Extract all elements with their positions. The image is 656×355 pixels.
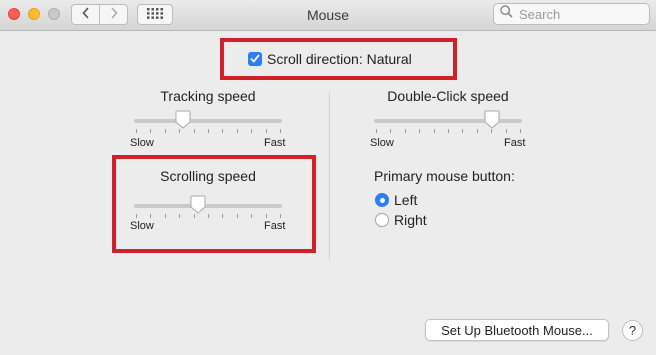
search-field[interactable] — [493, 3, 650, 25]
slider-tick — [419, 129, 420, 133]
double-click-speed-title: Double-Click speed — [387, 88, 509, 104]
setup-bluetooth-mouse-button[interactable]: Set Up Bluetooth Mouse... — [425, 319, 609, 341]
slider-tick — [179, 129, 180, 133]
title-bar: Mouse — [0, 0, 656, 31]
slider-tick — [150, 214, 151, 218]
search-input[interactable] — [517, 5, 641, 23]
slider-tick — [506, 129, 507, 133]
radio-left-row[interactable]: Left — [375, 192, 417, 208]
checkmark-icon — [250, 50, 260, 68]
slider-tick — [194, 129, 195, 133]
radio-right[interactable] — [375, 213, 389, 227]
scrolling-speed-max-label: Fast — [264, 220, 286, 232]
primary-button-title: Primary mouse button: — [374, 168, 515, 184]
search-icon — [500, 5, 513, 23]
slider-thumb[interactable] — [190, 195, 206, 214]
slider-tick — [222, 129, 223, 133]
slider-tick — [150, 129, 151, 133]
slider-tick — [448, 129, 449, 133]
radio-right-label: Right — [394, 212, 427, 228]
slider-tick — [237, 129, 238, 133]
slider-thumb[interactable] — [175, 110, 191, 129]
tracking-speed-max-label: Fast — [264, 137, 286, 149]
radio-left-label: Left — [394, 192, 418, 208]
double-click-speed-max-label: Fast — [504, 137, 526, 149]
slider-tick — [520, 129, 521, 133]
tracking-speed-title: Tracking speed — [160, 88, 256, 104]
scrolling-speed-min-label: Slow — [130, 220, 154, 232]
slider-thumb[interactable] — [484, 110, 500, 129]
scrolling-speed-title: Scrolling speed — [160, 168, 256, 184]
slider-tick — [179, 214, 180, 218]
slider-tick — [390, 129, 391, 133]
slider-tick — [462, 129, 463, 133]
slider-tick — [477, 129, 478, 133]
scroll-direction-checkbox[interactable] — [248, 52, 262, 66]
slider-tick — [280, 214, 281, 218]
slider-tick — [208, 214, 209, 218]
scrolling-speed-slider[interactable] — [134, 195, 282, 218]
slider-tick — [266, 129, 267, 133]
help-button[interactable]: ? — [622, 320, 643, 341]
column-divider — [329, 92, 330, 260]
slider-tick — [376, 129, 377, 133]
scroll-direction-label: Scroll direction: Natural — [267, 51, 412, 67]
double-click-speed-min-label: Slow — [370, 137, 394, 149]
scroll-direction-checkbox-row[interactable]: Scroll direction: Natural — [248, 51, 412, 67]
slider-tick — [251, 129, 252, 133]
tracking-speed-min-label: Slow — [130, 137, 154, 149]
slider-tick — [237, 214, 238, 218]
double-click-speed-slider[interactable] — [374, 110, 522, 133]
slider-tick — [222, 214, 223, 218]
slider-tick — [165, 129, 166, 133]
slider-tick — [434, 129, 435, 133]
slider-tick — [491, 129, 492, 133]
slider-tick — [266, 214, 267, 218]
slider-tick — [405, 129, 406, 133]
tracking-speed-slider[interactable] — [134, 110, 282, 133]
slider-tick — [194, 214, 195, 218]
slider-track — [134, 119, 282, 123]
radio-right-row[interactable]: Right — [375, 212, 427, 228]
slider-tick — [136, 129, 137, 133]
radio-left[interactable] — [375, 193, 389, 207]
slider-track — [134, 204, 282, 208]
slider-tick — [136, 214, 137, 218]
slider-tick — [165, 214, 166, 218]
slider-tick — [280, 129, 281, 133]
slider-tick — [251, 214, 252, 218]
slider-tick — [208, 129, 209, 133]
